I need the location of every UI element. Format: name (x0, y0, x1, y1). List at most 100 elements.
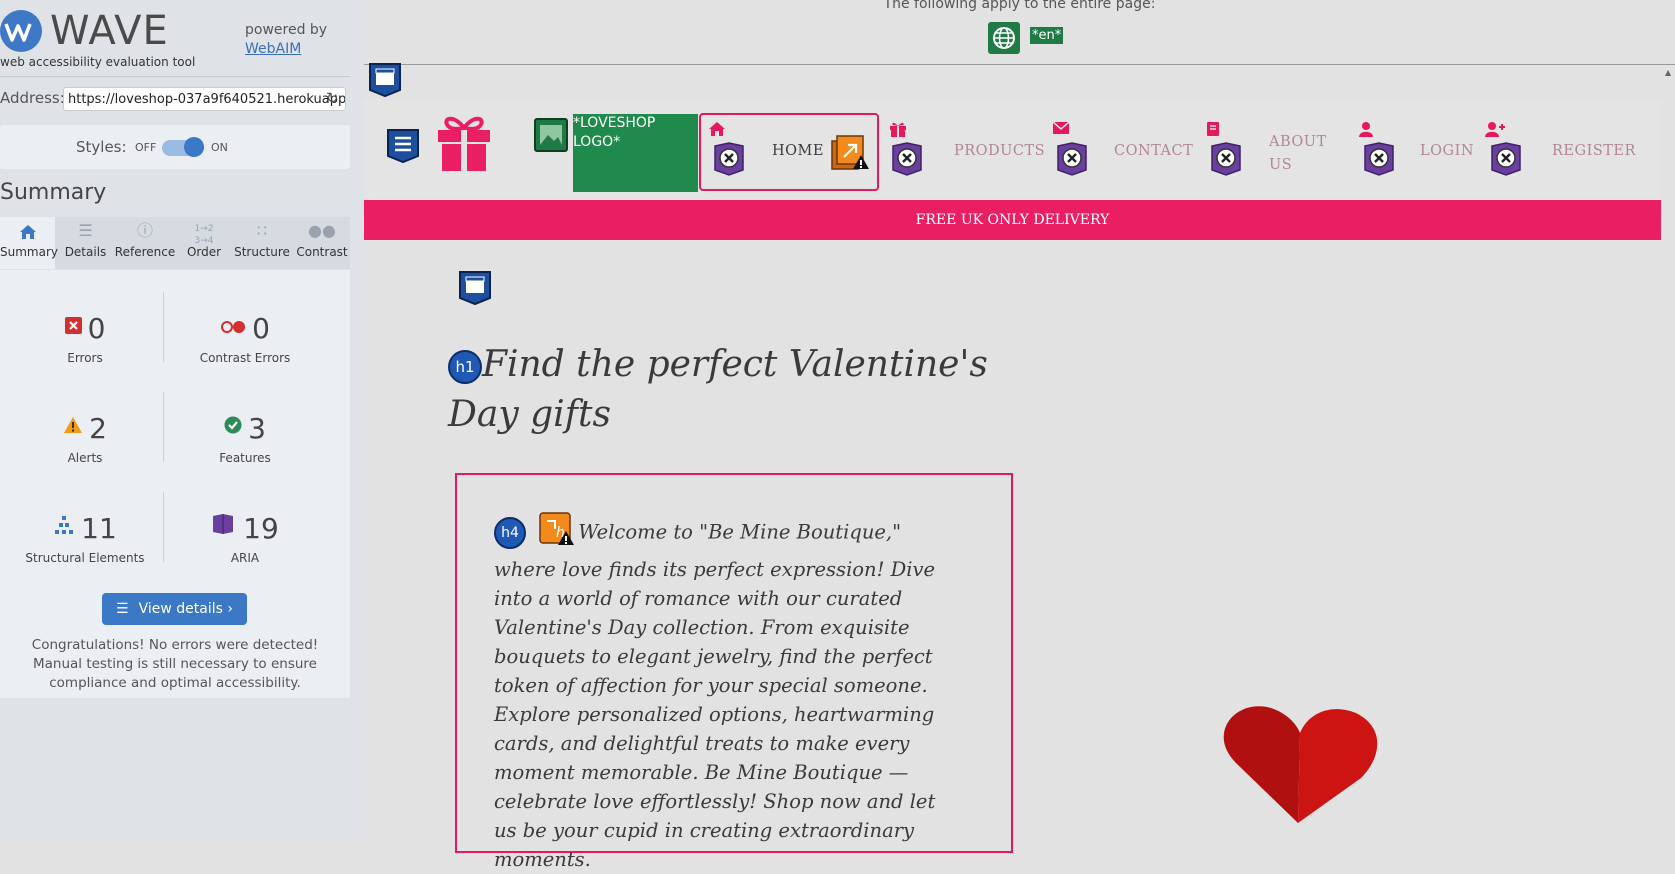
tab-contrast[interactable]: ●● Contrast (294, 217, 350, 269)
tab-label: Order (186, 245, 222, 259)
welcome-text: Welcome to "Be Mine Boutique," where lov… (494, 520, 936, 872)
alerts-count: 2 (89, 412, 107, 445)
welcome-text-block: h4 h Welcome to "Be Mine Boutique," wher… (494, 511, 964, 874)
congrats-message: Congratulations! No errors were detected… (31, 637, 319, 691)
structure-icon (53, 516, 81, 542)
page-level-note: The following apply to the entire page: (883, 0, 1156, 12)
heart-image (1216, 703, 1381, 827)
language-globe-icon[interactable] (988, 22, 1020, 54)
redundant-link-alert-icon[interactable] (831, 135, 869, 171)
tab-label: Reference (114, 245, 176, 259)
info-icon: ⓘ (136, 221, 153, 240)
home-icon (708, 121, 726, 141)
toggle-knob (184, 137, 204, 157)
tab-details[interactable]: ☰ Details (59, 217, 112, 269)
address-input[interactable]: https://loveshop-037a9f640521.herokuapp. (63, 87, 346, 111)
aria-label-icon[interactable] (1363, 142, 1394, 176)
contrast-errors-count: 0 (252, 312, 270, 345)
nav-link-contact[interactable]: CONTACT (1114, 143, 1193, 159)
structural-label: Structural Elements (25, 551, 145, 565)
aria-label: ARIA (230, 551, 260, 565)
styles-off-label: OFF (135, 141, 157, 154)
wave-sidebar: WAVE web accessibility evaluation tool p… (0, 0, 364, 838)
styles-toggle[interactable] (162, 137, 204, 157)
structural-stat[interactable]: 11 Structural Elements (10, 512, 160, 565)
aria-count: 19 (243, 512, 279, 545)
view-details-label: View details › (138, 601, 233, 617)
nav-structure-icon[interactable] (386, 128, 420, 164)
language-tag: *en* (1030, 27, 1064, 44)
contrast-errors-stat[interactable]: 0 Contrast Errors (170, 312, 320, 365)
h1-badge-icon[interactable]: h1 (448, 350, 482, 384)
aria-icon (211, 514, 243, 542)
errors-label: Errors (67, 351, 103, 365)
styles-on-label: ON (211, 141, 228, 154)
envelope-icon (1052, 121, 1070, 139)
tab-label: Structure (234, 245, 290, 259)
user-icon (1358, 121, 1374, 141)
summary-panel: 0 Errors 0 Contrast Errors 2 Alerts 3 Fe… (0, 270, 350, 698)
logo-alt-text: *LOVESHOP LOGO* (573, 114, 698, 192)
webaim-link[interactable]: WebAIM (245, 41, 301, 57)
skipped-heading-alert-icon[interactable]: h (538, 511, 575, 555)
errors-count: 0 (87, 312, 106, 345)
tab-label: Summary (0, 245, 58, 259)
divider (163, 392, 164, 462)
powered-by: powered by (245, 22, 328, 38)
home-icon (0, 217, 55, 245)
divider (364, 64, 1675, 65)
tab-reference[interactable]: ⓘ Reference (113, 217, 177, 269)
address-label: Address: (0, 89, 65, 107)
tab-summary[interactable]: Summary (0, 217, 58, 269)
nav-link-home[interactable]: HOME (772, 143, 824, 159)
wave-title: WAVE (50, 8, 169, 54)
nav-link-products[interactable]: PRODUCTS (954, 143, 1045, 159)
error-icon (64, 317, 88, 342)
gift-logo-icon (436, 112, 492, 176)
nav-link-login[interactable]: LOGIN (1420, 143, 1474, 159)
errors-stat[interactable]: 0 Errors (10, 312, 160, 365)
list-icon: ☰ (78, 221, 93, 240)
h4-badge-icon[interactable]: h4 (494, 517, 526, 549)
tab-label: Details (64, 245, 107, 259)
view-details-button[interactable]: ☰ View details › (102, 593, 247, 625)
nav-link-about[interactable]: ABOUT US (1269, 131, 1339, 177)
aria-label-icon[interactable] (891, 142, 922, 176)
reload-icon[interactable]: ↻ (326, 89, 339, 107)
evaluated-page: The following apply to the entire page: … (364, 0, 1675, 871)
wave-subtitle: web accessibility evaluation tool (0, 55, 196, 69)
aria-label-icon[interactable] (1490, 142, 1521, 176)
alerts-stat[interactable]: 2 Alerts (10, 412, 160, 465)
features-stat[interactable]: 3 Features (170, 412, 320, 465)
aria-label-icon[interactable] (1056, 142, 1087, 176)
wave-logo-icon (0, 10, 42, 52)
divider (163, 492, 164, 562)
list-icon: ☰ (116, 601, 129, 617)
feature-icon (224, 416, 248, 442)
styles-label: Styles: (76, 138, 127, 156)
delivery-banner: FREE UK ONLY DELIVERY (364, 200, 1661, 240)
aria-label-icon[interactable] (713, 142, 744, 176)
features-count: 3 (248, 412, 266, 445)
tab-label: Contrast (296, 245, 348, 259)
contrast-errors-label: Contrast Errors (199, 351, 291, 365)
tab-structure[interactable]: ∷ Structure (232, 217, 292, 269)
aria-stat[interactable]: 19 ARIA (170, 512, 320, 565)
summary-heading: Summary (0, 180, 107, 205)
tab-order[interactable]: 1→2 3→4 Order (180, 217, 228, 269)
aria-label-icon[interactable] (1210, 142, 1241, 176)
gift-icon (889, 121, 907, 141)
divider (0, 76, 350, 77)
alert-icon (63, 417, 89, 442)
image-alt-icon[interactable] (534, 118, 568, 152)
order-icon: 1→2 3→4 (194, 224, 214, 246)
region-icon[interactable] (368, 62, 402, 98)
page-heading: h1 Find the perfect Valentine's Day gifts (448, 340, 1008, 440)
nav-link-register[interactable]: REGISTER (1552, 143, 1636, 159)
features-label: Features (219, 451, 271, 465)
main-region-icon[interactable] (458, 270, 492, 306)
alerts-label: Alerts (67, 451, 103, 465)
contrast-icon: ●● (308, 221, 336, 240)
scroll-up-arrow[interactable]: ▲ (1665, 68, 1675, 77)
structure-icon: ∷ (256, 221, 268, 240)
